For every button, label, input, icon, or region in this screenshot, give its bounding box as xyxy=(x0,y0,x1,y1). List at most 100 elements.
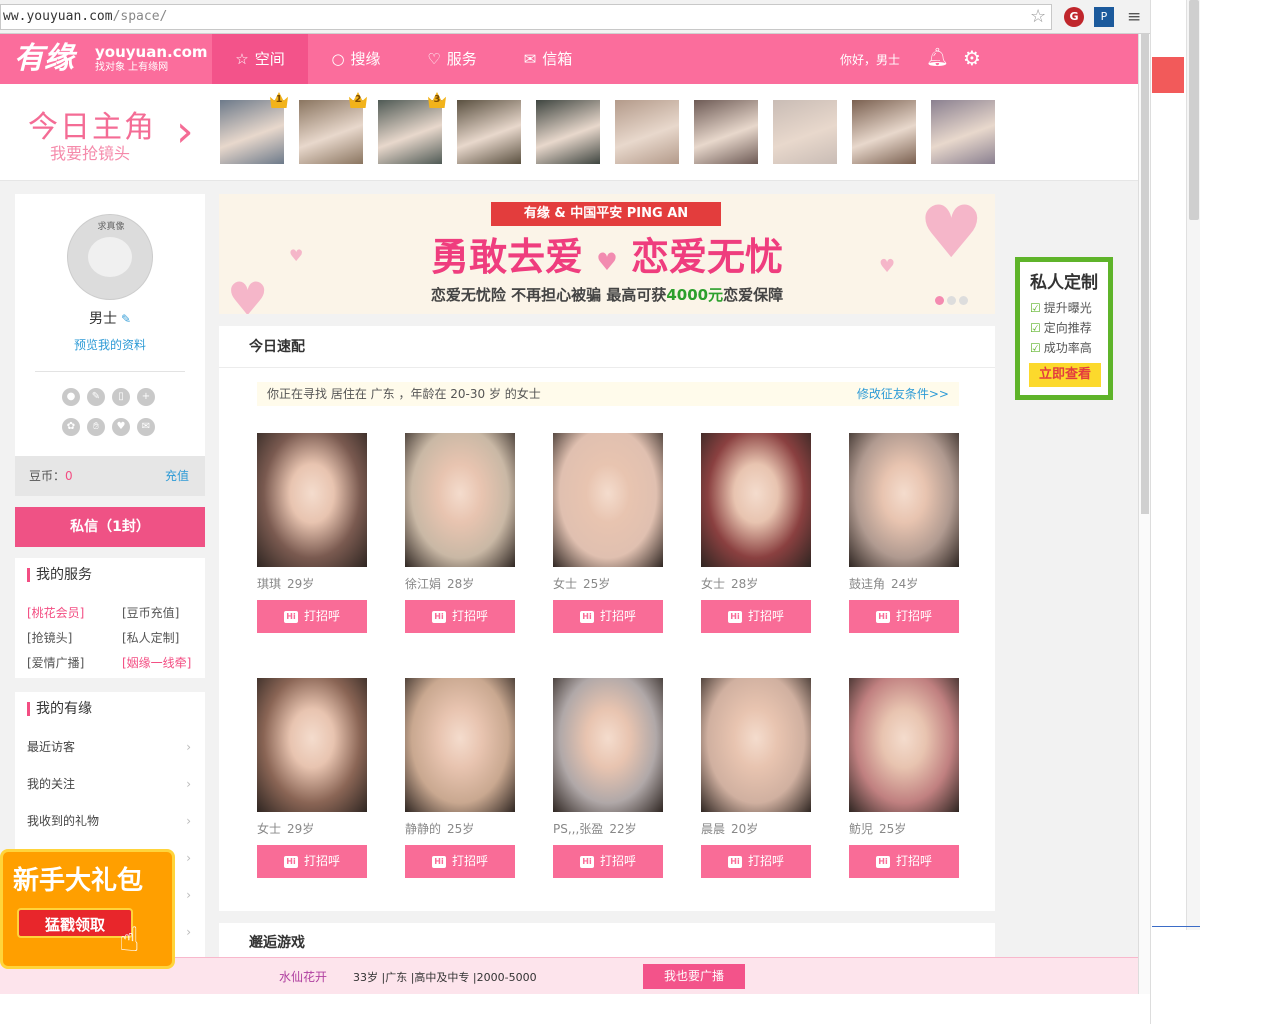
greet-button[interactable]: Hi 打招呼 xyxy=(553,845,663,878)
match-photo[interactable] xyxy=(257,678,367,812)
pager-dot[interactable] xyxy=(947,296,956,305)
star-user-photo[interactable]: 1 xyxy=(220,92,288,164)
address-bar[interactable]: ww.youyuan.com/space/ xyxy=(0,4,1052,30)
match-name[interactable]: 女士 xyxy=(257,822,281,836)
myyouyuan-item[interactable]: 我收到的礼物 › xyxy=(15,814,205,851)
greet-button[interactable]: Hi 打招呼 xyxy=(405,600,515,633)
match-photo[interactable] xyxy=(701,433,811,567)
hand-icon[interactable]: ✋︎ xyxy=(87,418,105,436)
private-custom-widget: 私人定制 ☑ 提升曝光 ☑ 定向推荐 ☑ 成功率高 立即查看 xyxy=(1015,257,1113,400)
match-photo[interactable] xyxy=(405,433,515,567)
flower-icon[interactable]: ✿ xyxy=(62,418,80,436)
user-icon[interactable]: ● xyxy=(62,388,80,406)
match-name[interactable]: 鼓迬角 xyxy=(849,577,885,591)
page-scroll-thumb[interactable] xyxy=(1141,34,1149,514)
greet-button[interactable]: Hi 打招呼 xyxy=(701,845,811,878)
nav-space[interactable]: ☆ 空间 xyxy=(212,34,308,84)
star-user-photo[interactable] xyxy=(615,100,679,164)
edit-condition-link[interactable]: 修改征友条件>> xyxy=(857,382,949,406)
pager-dot[interactable] xyxy=(959,296,968,305)
recharge-link[interactable]: 充值 xyxy=(165,456,189,496)
greet-button[interactable]: Hi 打招呼 xyxy=(701,600,811,633)
match-name[interactable]: 女士 xyxy=(701,577,725,591)
extension-red-icon[interactable]: G xyxy=(1064,7,1084,27)
gear-icon[interactable]: ⚙ xyxy=(963,46,981,70)
match-name[interactable]: 静静的 xyxy=(405,822,441,836)
match-photo[interactable] xyxy=(849,433,959,567)
greet-button[interactable]: Hi 打招呼 xyxy=(405,845,515,878)
nav-mailbox[interactable]: ✉ 信箱 xyxy=(500,34,596,84)
bell-icon[interactable]: 🔔︎ xyxy=(926,47,949,68)
coins-label: 豆币： xyxy=(29,469,66,483)
match-photo[interactable] xyxy=(257,433,367,567)
bookmark-star-icon[interactable]: ☆ xyxy=(1030,6,1046,27)
greet-button[interactable]: Hi 打招呼 xyxy=(849,600,959,633)
hi-icon: Hi xyxy=(579,611,594,623)
hi-icon: Hi xyxy=(727,611,742,623)
match-photo[interactable] xyxy=(553,678,663,812)
star-user-photo[interactable] xyxy=(931,100,995,164)
page-scrollbar[interactable] xyxy=(1138,34,1150,994)
avatar[interactable]: 求真像 xyxy=(67,214,153,300)
banner-sub-text: 恋爱无忧险 不再担心被骗 最高可获 xyxy=(430,286,667,304)
user-greeting[interactable]: 你好，男士 xyxy=(840,51,900,68)
service-link[interactable]: [豆币充值] xyxy=(122,604,197,621)
edit-badge-icon[interactable]: ✎ xyxy=(87,388,105,406)
view-now-button[interactable]: 立即查看 xyxy=(1029,363,1101,387)
broadcast-button[interactable]: 我也要广播 xyxy=(643,964,745,989)
star-user-photo[interactable] xyxy=(852,100,916,164)
promo-banner[interactable]: ♥ ♥ ♥ ♥ 有缘 & 中国平安 PING AN 勇敢去爱 ♥ 恋爱无忧 恋爱… xyxy=(219,194,995,314)
private-message-button[interactable]: 私信（1封） xyxy=(15,507,205,547)
match-photo[interactable] xyxy=(701,678,811,812)
star-user-photo[interactable] xyxy=(536,100,600,164)
extension-blue-icon[interactable]: P xyxy=(1094,7,1114,27)
banner-headline: 勇敢去爱 ♥ 恋爱无忧 xyxy=(219,232,995,287)
greet-button[interactable]: Hi 打招呼 xyxy=(849,845,959,878)
outer-scroll-thumb[interactable] xyxy=(1189,0,1199,220)
star-user-photo[interactable] xyxy=(694,100,758,164)
service-link[interactable]: [爱情广播] xyxy=(27,654,122,671)
nav-service[interactable]: ♡ 服务 xyxy=(404,34,500,84)
browser-menu-icon[interactable]: ≡ xyxy=(1127,7,1141,27)
phone-icon[interactable]: ▯ xyxy=(112,388,130,406)
heart-badge-icon[interactable]: ♥ xyxy=(112,418,130,436)
star-user-photo[interactable] xyxy=(773,100,837,164)
verification-badges: ● ✎ ▯ + ✿ ✋︎ ♥ ✉ xyxy=(62,388,162,436)
chevron-right-icon[interactable]: › xyxy=(176,110,194,154)
service-link[interactable]: [私人定制] xyxy=(122,629,197,646)
grab-spotlight-link[interactable]: 我要抢镜头 xyxy=(50,140,130,164)
match-name[interactable]: 晨晨 xyxy=(701,822,725,836)
site-logo[interactable]: 有缘 xyxy=(14,40,74,78)
match-photo[interactable] xyxy=(405,678,515,812)
match-name[interactable]: 琪琪 xyxy=(257,577,281,591)
service-link[interactable]: [姻缘一线牵] xyxy=(122,654,197,671)
match-photo[interactable] xyxy=(849,678,959,812)
match-name[interactable]: 鲂児 xyxy=(849,822,873,836)
match-card: 鼓迬角 24岁 Hi 打招呼 xyxy=(849,433,959,633)
coins-value: 0 xyxy=(65,469,73,483)
greet-button[interactable]: Hi 打招呼 xyxy=(257,600,367,633)
myyouyuan-item[interactable]: 我的关注 › xyxy=(15,777,205,814)
greet-button[interactable]: Hi 打招呼 xyxy=(553,600,663,633)
edit-icon[interactable]: ✎ xyxy=(121,312,131,326)
message-icon[interactable]: ✉ xyxy=(137,418,155,436)
broadcast-name[interactable]: 水仙花开 xyxy=(279,968,327,985)
claim-gift-button[interactable]: 猛戳领取 xyxy=(17,908,133,938)
outer-scrollbar[interactable] xyxy=(1186,0,1200,930)
nav-search[interactable]: ○ 搜缘 xyxy=(308,34,404,84)
newbie-gift-popup[interactable]: 新手大礼包 猛戳领取 ☝ xyxy=(0,849,175,969)
pager-dot[interactable] xyxy=(935,296,944,305)
add-user-icon[interactable]: + xyxy=(137,388,155,406)
match-name[interactable]: 徐江娟 xyxy=(405,577,441,591)
greet-button[interactable]: Hi 打招呼 xyxy=(257,845,367,878)
star-user-photo[interactable]: 3 xyxy=(378,92,446,164)
service-link[interactable]: [抢镜头] xyxy=(27,629,122,646)
myyouyuan-item[interactable]: 最近访客 › xyxy=(15,740,205,777)
service-link[interactable]: [桃花会员] xyxy=(27,604,122,621)
match-name[interactable]: PS,,,张盈 xyxy=(553,822,603,836)
match-name[interactable]: 女士 xyxy=(553,577,577,591)
star-user-photo[interactable] xyxy=(457,100,521,164)
star-user-photo[interactable]: 2 xyxy=(299,92,367,164)
preview-profile-link[interactable]: 预览我的资料 xyxy=(15,336,205,353)
match-photo[interactable] xyxy=(553,433,663,567)
